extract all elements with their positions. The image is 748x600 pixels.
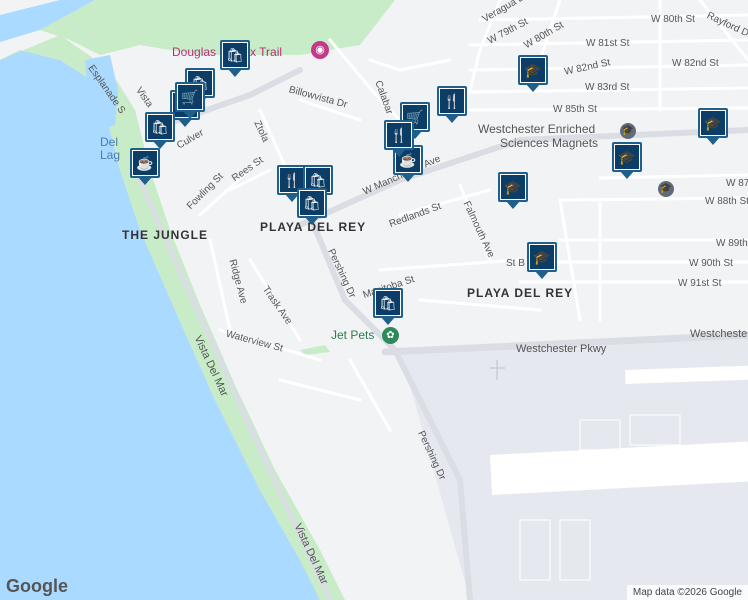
shopping-cart-icon: 🛒 bbox=[181, 89, 199, 105]
shopping-bag-icon: 🛍 bbox=[309, 172, 327, 188]
street-label-westchester-east: Westchester Pkwy bbox=[690, 328, 748, 340]
shopping-pin[interactable]: 🛍 bbox=[297, 188, 327, 225]
street-label-westchester: Westchester Pkwy bbox=[516, 343, 607, 355]
shopping-bag-icon: 🛍 bbox=[303, 195, 321, 211]
school-pin[interactable]: 🎓 bbox=[527, 242, 557, 279]
street-label-stb: St B bbox=[506, 258, 525, 269]
map-attribution[interactable]: Map data ©2026 Google bbox=[626, 585, 748, 600]
street-label-del: Del bbox=[100, 135, 119, 149]
restaurant-pin[interactable]: 🍴 bbox=[384, 120, 414, 157]
street-label-w88: W 88th St bbox=[705, 196, 748, 207]
graduation-cap-icon: 🎓 bbox=[533, 249, 551, 265]
street-label-w81: W 81st St bbox=[586, 38, 630, 49]
poi-school-label[interactable]: Westchester Enriched bbox=[478, 122, 595, 136]
coffee-cup-icon: ☕ bbox=[136, 155, 154, 171]
graduation-cap-icon: 🎓 bbox=[618, 149, 636, 165]
shopping-pin[interactable]: 🛍 bbox=[220, 40, 250, 77]
google-logo: Google bbox=[6, 576, 68, 596]
coffee-pin[interactable]: ☕ bbox=[130, 148, 160, 185]
street-label-w80: W 80th St bbox=[651, 14, 695, 25]
neighborhood-the-jungle: THE JUNGLE bbox=[122, 228, 209, 242]
street-label-w83: W 83rd St bbox=[585, 82, 630, 93]
graduation-cap-icon: 🎓 bbox=[504, 179, 522, 195]
school-marker-icon-2[interactable]: 🎓 bbox=[658, 181, 674, 197]
fork-knife-icon: 🍴 bbox=[283, 172, 301, 188]
street-label-lag: Lag bbox=[100, 148, 121, 162]
school-pin[interactable]: 🎓 bbox=[518, 55, 548, 92]
fork-knife-icon: 🍴 bbox=[390, 127, 408, 143]
street-label-w90: W 90th St bbox=[689, 258, 733, 269]
shopping-bag-icon: 🛍 bbox=[379, 295, 397, 311]
poi-school-label-2[interactable]: Sciences Magnets bbox=[500, 136, 598, 150]
street-label-w89: W 89th bbox=[716, 238, 748, 249]
school-pin[interactable]: 🎓 bbox=[498, 172, 528, 209]
shopping-pin[interactable]: 🛍 bbox=[373, 288, 403, 325]
shopping-pin[interactable]: 🛍 bbox=[145, 112, 175, 149]
graduation-cap-icon: 🎓 bbox=[704, 115, 722, 131]
street-label-w91: W 91st St bbox=[678, 278, 722, 289]
street-label-w82nd: W 82nd St bbox=[672, 58, 719, 69]
poi-jetpets-label[interactable]: Jet Pets bbox=[331, 328, 374, 342]
camera-icon[interactable]: ◉ bbox=[311, 41, 329, 59]
neighborhood-playa-del-rey-east: PLAYA DEL REY bbox=[467, 286, 574, 300]
school-pin[interactable]: 🎓 bbox=[612, 142, 642, 179]
fork-knife-icon: 🍴 bbox=[443, 93, 461, 109]
shopping-bag-icon: 🛍 bbox=[226, 47, 244, 63]
street-label-w85: W 85th St bbox=[553, 104, 597, 115]
graduation-cap-icon: 🎓 bbox=[524, 62, 542, 78]
school-pin[interactable]: 🎓 bbox=[698, 108, 728, 145]
street-label-w87: W 87 bbox=[726, 178, 748, 189]
school-marker-icon[interactable]: 🎓 bbox=[620, 123, 636, 139]
grocery-pin[interactable]: 🛒 bbox=[175, 82, 205, 119]
pet-marker-icon[interactable]: ✿ bbox=[382, 327, 399, 344]
restaurant-pin[interactable]: 🍴 bbox=[437, 86, 467, 123]
shopping-bag-icon: 🛍 bbox=[151, 119, 169, 135]
